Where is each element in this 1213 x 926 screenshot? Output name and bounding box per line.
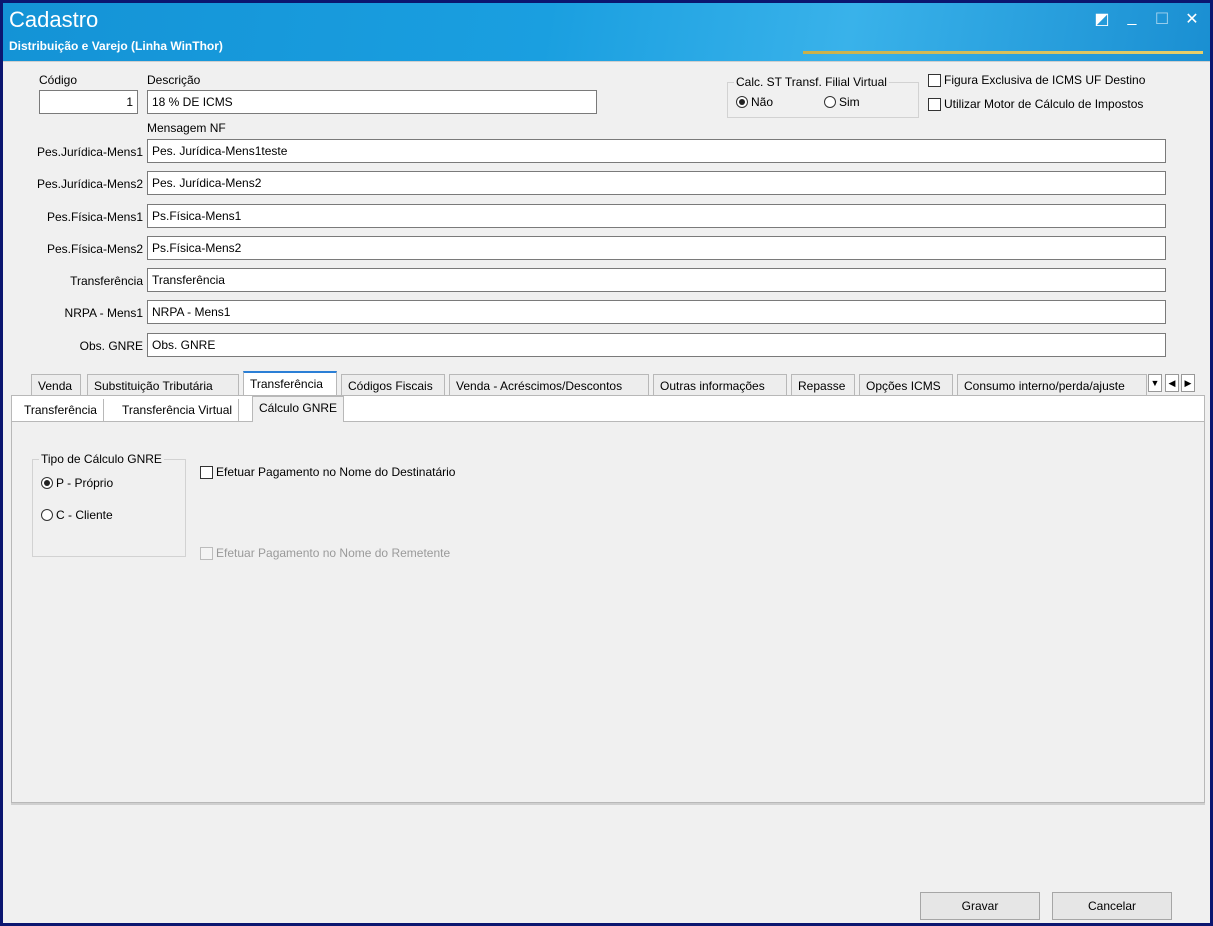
tab-transferencia[interactable]: Transferência — [243, 371, 337, 397]
checkbox-icon[interactable] — [928, 73, 941, 87]
msg-label: Pes.Jurídica-Mens2 — [36, 177, 143, 191]
figura-exclusiva-checkbox[interactable]: Figura Exclusiva de ICMS UF Destino — [928, 73, 1145, 87]
codigo-input[interactable]: 1 — [39, 90, 138, 114]
title-bar[interactable]: Cadastro Distribuição e Varejo (Linha Wi… — [3, 3, 1210, 61]
checkbox-icon[interactable] — [200, 465, 213, 479]
transferencia-panel: Transferência Transferência Virtual Cálc… — [11, 395, 1205, 803]
pagamento-remetente-label: Efetuar Pagamento no Nome do Remetente — [216, 546, 451, 560]
descricao-label: Descrição — [147, 73, 201, 87]
pagamento-destinatario-checkbox[interactable]: Efetuar Pagamento no Nome do Destinatári… — [200, 465, 455, 479]
msg-input[interactable]: Transferência — [147, 268, 1166, 292]
msg-label: Pes.Jurídica-Mens1 — [36, 145, 143, 159]
calculo-gnre-panel: Tipo de Cálculo GNRE P - Próprio C - Cli… — [12, 422, 1204, 802]
cadastro-window: Cadastro Distribuição e Varejo (Linha Wi… — [0, 0, 1213, 926]
mensagem-nf-heading: Mensagem NF — [147, 121, 226, 135]
msg-input[interactable]: Ps.Física-Mens2 — [147, 236, 1166, 260]
tab-prev-icon[interactable]: ◀ — [1165, 374, 1179, 392]
pagamento-destinatario-label: Efetuar Pagamento no Nome do Destinatári… — [216, 465, 456, 479]
tab-opcoes-icms[interactable]: Opções ICMS — [859, 374, 953, 396]
footer-separator — [11, 803, 1205, 805]
tab-next-icon[interactable]: ▶ — [1181, 374, 1195, 392]
cancelar-button[interactable]: Cancelar — [1052, 892, 1172, 920]
pagamento-remetente-checkbox: Efetuar Pagamento no Nome do Remetente — [200, 546, 450, 560]
tab-outras-informacoes[interactable]: Outras informações — [653, 374, 787, 396]
window-controls: ◩ _ ☐ ✕ — [1094, 9, 1200, 29]
msg-input[interactable]: Ps.Física-Mens1 — [147, 204, 1166, 228]
tab-repasse[interactable]: Repasse — [791, 374, 855, 396]
msg-input[interactable]: Pes. Jurídica-Mens2 — [147, 171, 1166, 195]
calc-st-group-title: Calc. ST Transf. Filial Virtual — [734, 75, 889, 89]
calc-st-sim-label: Sim — [839, 95, 860, 109]
title-accent-line — [803, 51, 1203, 54]
calc-st-sim-option[interactable]: Sim — [824, 95, 860, 109]
main-tabs: Venda Substituição Tributária Transferên… — [11, 371, 1203, 397]
radio-selected-icon[interactable] — [736, 96, 748, 108]
msg-label: Pes.Física-Mens2 — [46, 242, 143, 256]
msg-input[interactable]: Pes. Jurídica-Mens1teste — [147, 139, 1166, 163]
radio-unselected-icon[interactable] — [824, 96, 836, 108]
sub-tabs: Transferência Transferência Virtual Cálc… — [12, 396, 1204, 423]
calc-st-group: Calc. ST Transf. Filial Virtual Não Sim — [727, 75, 919, 118]
tab-consumo-interno[interactable]: Consumo interno/perda/ajuste — [957, 374, 1147, 396]
cliente-label: C - Cliente — [56, 508, 113, 522]
checkbox-icon[interactable] — [928, 97, 941, 111]
proprio-label: P - Próprio — [56, 476, 114, 490]
subtab-calculo-gnre[interactable]: Cálculo GNRE — [252, 396, 345, 423]
tab-substituicao-tributaria[interactable]: Substituição Tributária — [87, 374, 239, 396]
window-subtitle: Distribuição e Varejo (Linha WinThor) — [9, 39, 223, 53]
cliente-option[interactable]: C - Cliente — [41, 508, 113, 522]
figura-exclusiva-label: Figura Exclusiva de ICMS UF Destino — [944, 73, 1146, 87]
radio-unselected-icon[interactable] — [41, 509, 53, 521]
msg-input[interactable]: Obs. GNRE — [147, 333, 1166, 357]
msg-label: Obs. GNRE — [79, 339, 143, 353]
descricao-input[interactable]: 18 % DE ICMS — [147, 90, 597, 114]
codigo-label: Código — [39, 73, 78, 87]
calc-st-nao-option[interactable]: Não — [736, 95, 773, 109]
msg-label: Transferência — [70, 274, 143, 288]
tipo-calculo-group-title: Tipo de Cálculo GNRE — [39, 452, 164, 466]
close-icon[interactable]: ✕ — [1184, 9, 1200, 29]
tipo-calculo-group: Tipo de Cálculo GNRE P - Próprio C - Cli… — [32, 452, 186, 557]
window-title: Cadastro — [9, 7, 99, 32]
tab-dropdown-icon[interactable]: ▼ — [1148, 374, 1162, 392]
tab-venda[interactable]: Venda — [31, 374, 81, 396]
maximize-icon[interactable]: ☐ — [1154, 9, 1170, 29]
msg-label: NRPA - Mens1 — [64, 306, 143, 320]
form-content: Código 1 Descrição 18 % DE ICMS Calc. ST… — [3, 61, 1210, 923]
tab-venda-acrescimos[interactable]: Venda - Acréscimos/Descontos — [449, 374, 649, 396]
motor-calculo-label: Utilizar Motor de Cálculo de Impostos — [944, 97, 1144, 111]
radio-selected-icon[interactable] — [41, 477, 53, 489]
subtab-transferencia-virtual[interactable]: Transferência Virtual — [116, 399, 240, 422]
msg-label: Pes.Física-Mens1 — [46, 210, 143, 224]
restore-icon[interactable]: ◩ — [1094, 9, 1110, 29]
proprio-option[interactable]: P - Próprio — [41, 476, 113, 490]
gravar-button[interactable]: Gravar — [920, 892, 1040, 920]
calc-st-nao-label: Não — [751, 95, 774, 109]
minimize-icon[interactable]: _ — [1124, 9, 1140, 29]
motor-calculo-checkbox[interactable]: Utilizar Motor de Cálculo de Impostos — [928, 97, 1143, 111]
checkbox-disabled-icon — [200, 546, 213, 560]
subtab-transferencia[interactable]: Transferência — [18, 399, 104, 422]
tab-codigos-fiscais[interactable]: Códigos Fiscais — [341, 374, 445, 396]
msg-input[interactable]: NRPA - Mens1 — [147, 300, 1166, 324]
